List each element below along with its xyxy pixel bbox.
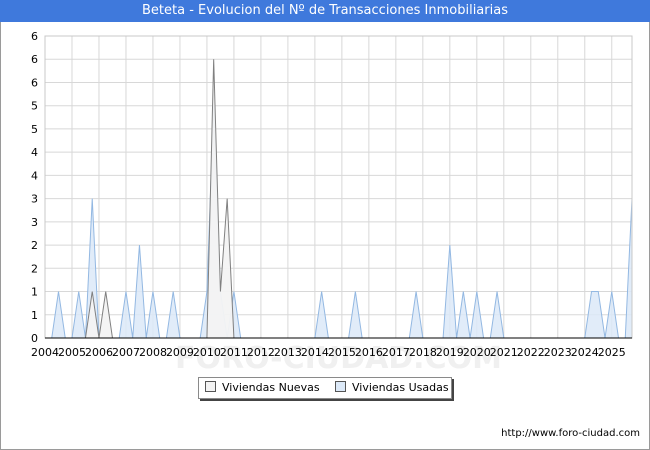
legend-label-usadas: Viviendas Usadas <box>352 381 449 394</box>
x-tick-label: 2009 <box>166 346 194 359</box>
x-tick-label: 2023 <box>544 346 572 359</box>
x-tick-label: 2017 <box>382 346 410 359</box>
y-tick-label: 5 <box>31 100 38 113</box>
legend-label-nuevas: Viviendas Nuevas <box>222 381 320 394</box>
x-tick-label: 2005 <box>58 346 86 359</box>
x-tick-label: 2011 <box>220 346 248 359</box>
x-tick-label: 2020 <box>463 346 491 359</box>
plot-area <box>45 36 632 338</box>
y-tick-label: 3 <box>31 193 38 206</box>
y-tick-label: 3 <box>31 216 38 229</box>
legend-item-usadas: Viviendas Usadas <box>335 381 449 395</box>
x-tick-label: 2012 <box>247 346 275 359</box>
x-tick-label: 2018 <box>409 346 437 359</box>
x-tick-label: 2006 <box>85 346 113 359</box>
x-tick-label: 2022 <box>517 346 545 359</box>
x-tick-labels: 2004200520062007200820092010201120122013… <box>31 346 626 359</box>
x-tick-label: 2008 <box>139 346 167 359</box>
y-tick-label: 1 <box>31 309 38 322</box>
y-tick-label: 6 <box>31 30 38 43</box>
footer-url: http://www.foro-ciudad.com <box>501 428 640 439</box>
y-tick-label: 6 <box>31 53 38 66</box>
legend-swatch-nuevas <box>205 381 216 392</box>
legend: Viviendas Nuevas Viviendas Usadas <box>198 377 452 399</box>
x-tick-label: 2025 <box>598 346 626 359</box>
x-tick-label: 2016 <box>355 346 383 359</box>
grid <box>45 35 632 338</box>
x-tick-label: 2004 <box>31 346 59 359</box>
x-tick-label: 2010 <box>193 346 221 359</box>
y-tick-labels: 0 1 1 2 2 3 3 4 4 5 5 6 6 6 <box>31 30 38 345</box>
x-tick-label: 2024 <box>571 346 599 359</box>
y-tick-label: 4 <box>31 146 38 159</box>
y-tick-label: 2 <box>31 239 38 252</box>
y-tick-label: 6 <box>31 76 38 89</box>
legend-item-nuevas: Viviendas Nuevas <box>205 381 320 395</box>
x-tick-label: 2021 <box>490 346 518 359</box>
y-tick-label: 2 <box>31 262 38 275</box>
y-tick-label: 5 <box>31 123 38 136</box>
x-tick-label: 2013 <box>274 346 302 359</box>
y-tick-label: 0 <box>31 332 38 345</box>
x-tick-label: 2015 <box>328 346 356 359</box>
x-tick-label: 2007 <box>112 346 140 359</box>
x-tick-label: 2014 <box>301 346 329 359</box>
legend-swatch-usadas <box>335 381 346 392</box>
x-tick-label: 2019 <box>436 346 464 359</box>
y-tick-label: 4 <box>31 169 38 182</box>
y-tick-label: 1 <box>31 286 38 299</box>
